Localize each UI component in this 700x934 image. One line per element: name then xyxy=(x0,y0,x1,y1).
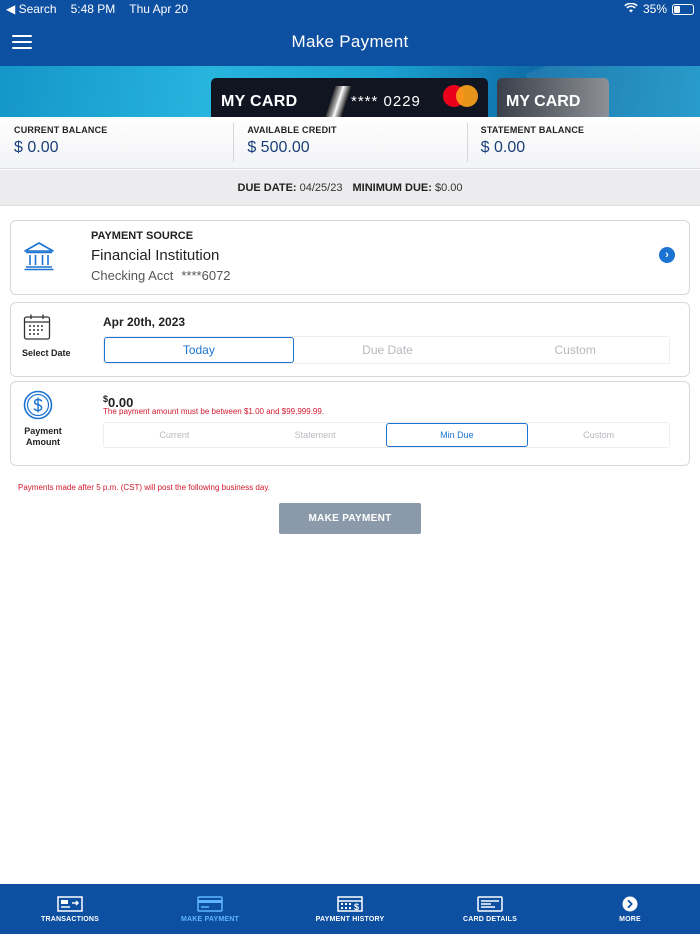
balance-label: STATEMENT BALANCE xyxy=(480,125,585,135)
tab-make-payment[interactable]: MAKE PAYMENT xyxy=(140,884,280,934)
card-next[interactable]: MY CARD xyxy=(497,78,609,117)
card-number: **** 0229 xyxy=(351,93,421,110)
minimum-due-value: $0.00 xyxy=(434,181,463,194)
tab-more[interactable]: MORE xyxy=(560,884,700,934)
amount-option-min-due[interactable]: Min Due xyxy=(385,423,529,447)
payment-amount-panel: Payment Amount $0.00 The payment amount … xyxy=(10,381,690,466)
amount-option-current[interactable]: Current xyxy=(104,423,245,447)
tab-label: PAYMENT HISTORY xyxy=(315,915,385,923)
card-label: MY CARD xyxy=(221,93,298,110)
battery-percent: 35% xyxy=(642,2,667,16)
balance-label: CURRENT BALANCE xyxy=(14,125,108,135)
balance-value: $ 0.00 xyxy=(480,139,526,156)
available-credit: AVAILABLE CREDIT $ 500.00 xyxy=(233,117,466,168)
card-art xyxy=(322,86,352,117)
make-payment-button[interactable]: MAKE PAYMENT xyxy=(279,503,421,534)
date-option-custom[interactable]: Custom xyxy=(481,337,669,363)
balance-value: $ 500.00 xyxy=(247,139,310,156)
payment-history-icon: $ xyxy=(337,895,363,912)
dollar-circle-icon xyxy=(23,390,53,420)
payment-source-panel[interactable]: PAYMENT SOURCE Financial Institution Che… xyxy=(10,220,690,295)
status-time: 5:48 PM xyxy=(70,2,116,16)
calendar-icon xyxy=(23,314,51,340)
tab-label: CARD DETAILS xyxy=(463,915,517,923)
battery-icon xyxy=(672,3,694,15)
status-bar: ◀ Search 5:48 PM Thu Apr 20 35% xyxy=(0,0,700,18)
card-details-icon xyxy=(477,895,503,912)
card-label: MY CARD xyxy=(506,93,581,110)
amount-option-statement[interactable]: Statement xyxy=(245,423,386,447)
tab-card-details[interactable]: CARD DETAILS xyxy=(420,884,560,934)
back-to-search[interactable]: ◀ Search xyxy=(6,2,57,16)
select-date-label: Select Date xyxy=(22,348,71,358)
current-balance: CURRENT BALANCE $ 0.00 xyxy=(0,117,233,168)
card-selected[interactable]: MY CARD **** 0229 xyxy=(211,78,488,117)
amount-option-selector: Current Statement Min Due Custom xyxy=(103,422,670,448)
bank-icon xyxy=(24,242,54,271)
transactions-icon xyxy=(57,895,83,912)
chevron-right-icon[interactable]: › xyxy=(659,247,675,263)
balance-value: $ 0.00 xyxy=(14,139,59,156)
card-carousel[interactable]: MY CARD **** 0229 MY CARD xyxy=(0,66,700,117)
bottom-tab-bar: TRANSACTIONS MAKE PAYMENT $ PAYMENT HIST… xyxy=(0,884,700,934)
menu-icon[interactable] xyxy=(12,35,32,49)
payment-amount-label: Payment Amount xyxy=(24,426,62,447)
statement-balance: STATEMENT BALANCE $ 0.00 xyxy=(466,117,700,168)
date-option-due-date[interactable]: Due Date xyxy=(294,337,482,363)
svg-text:$: $ xyxy=(354,902,359,912)
tab-label: TRANSACTIONS xyxy=(40,915,99,923)
tab-payment-history[interactable]: $ PAYMENT HISTORY xyxy=(280,884,420,934)
nav-bar: Make Payment xyxy=(0,18,700,66)
status-date: Thu Apr 20 xyxy=(129,2,189,16)
tab-label: MAKE PAYMENT xyxy=(180,915,240,923)
amount-option-custom[interactable]: Custom xyxy=(528,423,669,447)
tab-transactions[interactable]: TRANSACTIONS xyxy=(0,884,140,934)
chevron-right-circle-icon xyxy=(622,896,638,911)
date-option-today[interactable]: Today xyxy=(104,337,294,363)
balance-summary: CURRENT BALANCE $ 0.00 AVAILABLE CREDIT … xyxy=(0,117,700,169)
institution-name: Financial Institution xyxy=(91,247,220,264)
date-option-selector: Today Due Date Custom xyxy=(103,336,670,364)
tab-label: MORE xyxy=(619,915,641,923)
due-date-label: DUE DATE: xyxy=(237,181,297,194)
due-date-value: 04/25/23 xyxy=(299,181,343,194)
select-date-panel: Select Date Apr 20th, 2023 Today Due Dat… xyxy=(10,302,690,377)
amount-error-message: The payment amount must be between $1.00… xyxy=(103,407,325,416)
account-info: Checking Acct ****6072 xyxy=(91,268,231,283)
selected-date: Apr 20th, 2023 xyxy=(103,315,186,329)
account-mask: ****6072 xyxy=(181,268,231,283)
mastercard-logo-icon xyxy=(443,85,479,107)
minimum-due-label: MINIMUM DUE: xyxy=(352,181,432,194)
account-type: Checking Acct xyxy=(91,268,174,283)
due-summary: DUE DATE: 04/25/23 MINIMUM DUE: $0.00 xyxy=(0,170,700,206)
payment-source-title: PAYMENT SOURCE xyxy=(91,230,194,242)
cutoff-notice: Payments made after 5 p.m. (CST) will po… xyxy=(18,483,270,492)
page-title: Make Payment xyxy=(291,32,409,51)
balance-label: AVAILABLE CREDIT xyxy=(247,125,337,135)
wifi-icon xyxy=(624,2,638,16)
card-payment-icon xyxy=(197,895,223,912)
